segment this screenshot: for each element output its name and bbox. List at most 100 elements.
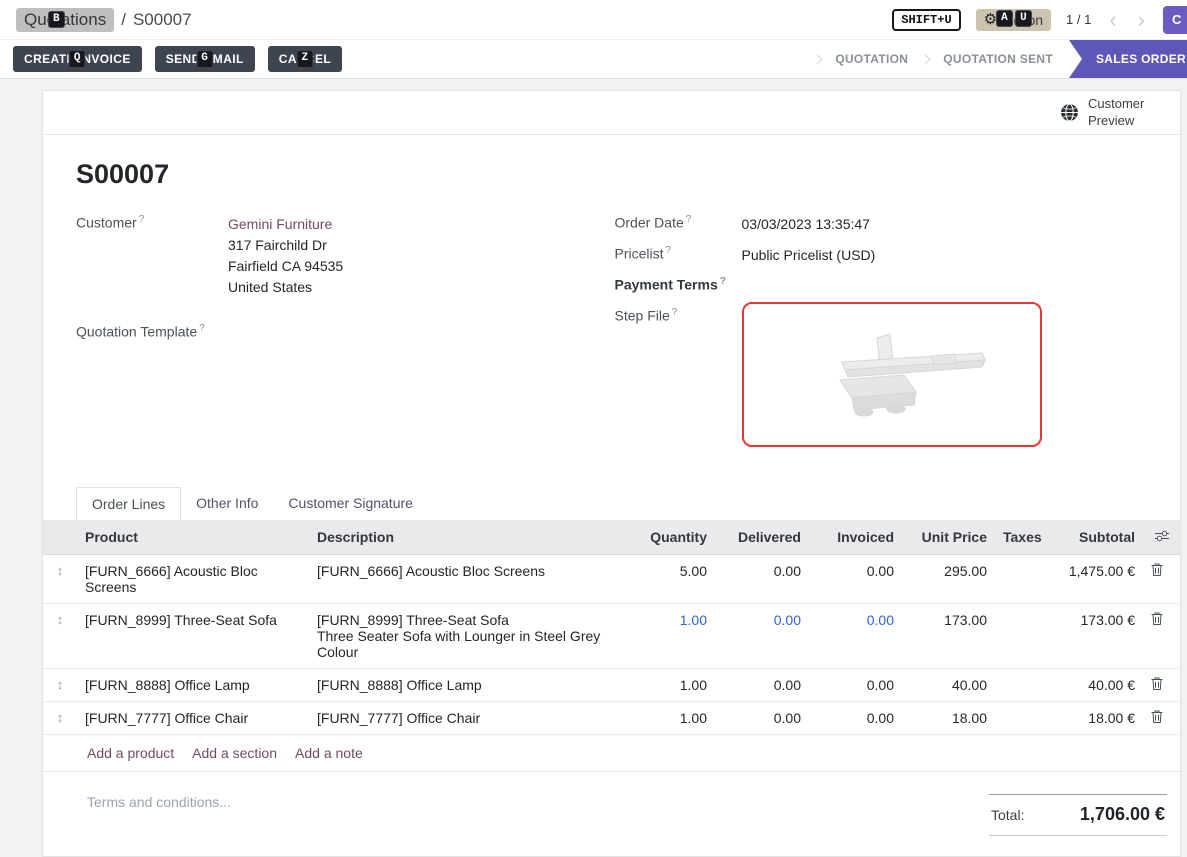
statusbar-stage-quotation[interactable]: QUOTATION [835,52,908,66]
drag-handle-icon[interactable]: ↕ [43,604,77,669]
cell-delivered[interactable]: 0.00 [715,669,809,702]
cell-taxes[interactable] [995,702,1043,735]
tab-order-lines[interactable]: Order Lines [76,487,181,520]
cell-invoiced[interactable]: 0.00 [809,702,902,735]
pager-next-icon[interactable]: › [1135,9,1148,31]
drag-handle-icon[interactable]: ↕ [43,669,77,702]
field-payment-terms: Payment Terms? [615,276,1148,297]
cell-invoiced[interactable]: 0.00 [809,669,902,702]
order-date-label: Order Date? [615,214,742,231]
column-header-options [1143,520,1180,555]
sheet-footer: Terms and conditions... Total: 1,706.00 … [43,772,1180,856]
cell-unit-price[interactable]: 18.00 [902,702,995,735]
order-line-row: ↕ [FURN_7777] Office Chair [FURN_7777] O… [43,702,1180,735]
pager-previous-icon[interactable]: ‹ [1106,9,1119,31]
order-line-row: ↕ [FURN_8999] Three-Seat Sofa [FURN_8999… [43,604,1180,669]
form-view-container: Customer Preview S00007 Customer? Gemini… [0,79,1187,827]
optional-columns-icon[interactable] [1155,530,1169,542]
pricelist-value[interactable]: Public Pricelist (USD) [742,245,876,266]
cell-delivered[interactable]: 0.00 [715,702,809,735]
field-grid: Customer? Gemini Furniture 317 Fairchild… [76,214,1147,457]
cell-description[interactable]: [FURN_6666] Acoustic Bloc Screens [309,555,622,604]
cell-quantity[interactable]: 5.00 [622,555,715,604]
cell-unit-price[interactable]: 40.00 [902,669,995,702]
header-controls: SHIFT+U ⚙ Action A U 1 / 1 ‹ › C [892,6,1187,34]
cell-invoiced[interactable]: 0.00 [809,604,902,669]
help-icon: ? [672,307,678,318]
cell-product[interactable]: [FURN_8888] Office Lamp [77,669,309,702]
create-button-label: C [1172,12,1181,27]
cell-taxes[interactable] [995,604,1043,669]
cell-taxes[interactable] [995,669,1043,702]
cell-description[interactable]: [FURN_8999] Three-Seat Sofa Three Seater… [309,604,622,669]
cell-taxes[interactable] [995,555,1043,604]
add-a-product-link[interactable]: Add a product [87,745,174,761]
quotation-template-value[interactable] [228,323,268,344]
customer-preview-label: Customer Preview [1088,96,1154,129]
drag-handle-icon[interactable]: ↕ [43,555,77,604]
cell-unit-price[interactable]: 295.00 [902,555,995,604]
tab-other-info[interactable]: Other Info [181,487,273,520]
add-a-section-link[interactable]: Add a section [192,745,277,761]
payment-terms-value[interactable] [742,276,782,297]
cell-quantity[interactable]: 1.00 [622,702,715,735]
statusbar-stage-quotation-sent[interactable]: QUOTATION SENT [943,52,1053,66]
send-email-button[interactable]: SEND EMAIL G [155,46,255,72]
delete-line-icon[interactable] [1151,677,1163,690]
customer-link[interactable]: Gemini Furniture [228,216,332,232]
delete-line-icon[interactable] [1151,612,1163,625]
help-icon: ? [720,276,726,287]
customer-label: Customer? [76,214,228,231]
cell-delivered[interactable]: 0.00 [715,604,809,669]
cell-product[interactable]: [FURN_7777] Office Chair [77,702,309,735]
field-column-left: Customer? Gemini Furniture 317 Fairchild… [76,214,609,457]
cell-quantity[interactable]: 1.00 [622,604,715,669]
step-file-image[interactable] [742,302,1042,447]
customer-address-line: 317 Fairchild Dr [228,235,343,256]
control-panel: CREATE INVOICE Q SEND EMAIL G CANCEL Z Q… [0,40,1187,79]
cell-unit-price[interactable]: 173.00 [902,604,995,669]
cell-description[interactable]: [FURN_7777] Office Chair [309,702,622,735]
column-header-drag [43,520,77,555]
cell-quantity[interactable]: 1.00 [622,669,715,702]
drag-handle-icon[interactable]: ↕ [43,702,77,735]
column-header-quantity: Quantity [622,520,715,555]
statusbar: QUOTATION QUOTATION SENT SALES ORDER [814,40,1187,78]
list-footer-links: Add a product Add a section Add a note [43,735,1180,772]
step-file-label: Step File? [615,307,742,324]
column-header-product: Product [77,520,309,555]
column-header-delivered: Delivered [715,520,809,555]
shortcut-hint-badge: Z [296,50,313,68]
create-button[interactable]: C [1163,6,1187,34]
breadcrumb-separator: / [121,10,126,30]
delete-line-icon[interactable] [1151,710,1163,723]
add-a-note-link[interactable]: Add a note [295,745,363,761]
action-buttons: CREATE INVOICE Q SEND EMAIL G CANCEL Z [13,46,342,72]
action-menu-button[interactable]: ⚙ Action A U [976,9,1051,31]
cancel-button[interactable]: CANCEL Z [268,46,342,72]
terms-and-conditions-input[interactable]: Terms and conditions... [87,794,231,810]
sheet-button-box: Customer Preview [43,91,1180,135]
order-date-value[interactable]: 03/03/2023 13:35:47 [742,214,870,235]
delete-line-icon[interactable] [1151,563,1163,576]
cell-product[interactable]: [FURN_8999] Three-Seat Sofa [77,604,309,669]
breadcrumb-quotations[interactable]: Quotations B [16,8,114,32]
cell-product[interactable]: [FURN_6666] Acoustic Bloc Screens [77,555,309,604]
quotation-template-label: Quotation Template? [76,323,228,340]
field-quotation-template: Quotation Template? [76,323,609,344]
total-label: Total: [991,807,1024,823]
field-column-right: Order Date? 03/03/2023 13:35:47 Pricelis… [615,214,1148,457]
statusbar-chevron-icon [813,54,823,64]
tab-customer-signature[interactable]: Customer Signature [273,487,428,520]
cell-description[interactable]: [FURN_8888] Office Lamp [309,669,622,702]
payment-terms-label: Payment Terms? [615,276,742,293]
create-invoice-button[interactable]: CREATE INVOICE Q [13,46,142,72]
total-box: Total: 1,706.00 € [989,794,1167,836]
cell-delivered[interactable]: 0.00 [715,555,809,604]
customer-address-line: United States [228,277,343,298]
customer-preview-button[interactable]: Customer Preview [1060,96,1154,129]
shortcut-hint-badge: A [996,10,1013,28]
cell-invoiced[interactable]: 0.00 [809,555,902,604]
statusbar-stage-sales-order[interactable]: SALES ORDER [1069,40,1187,78]
help-icon: ? [666,245,672,256]
